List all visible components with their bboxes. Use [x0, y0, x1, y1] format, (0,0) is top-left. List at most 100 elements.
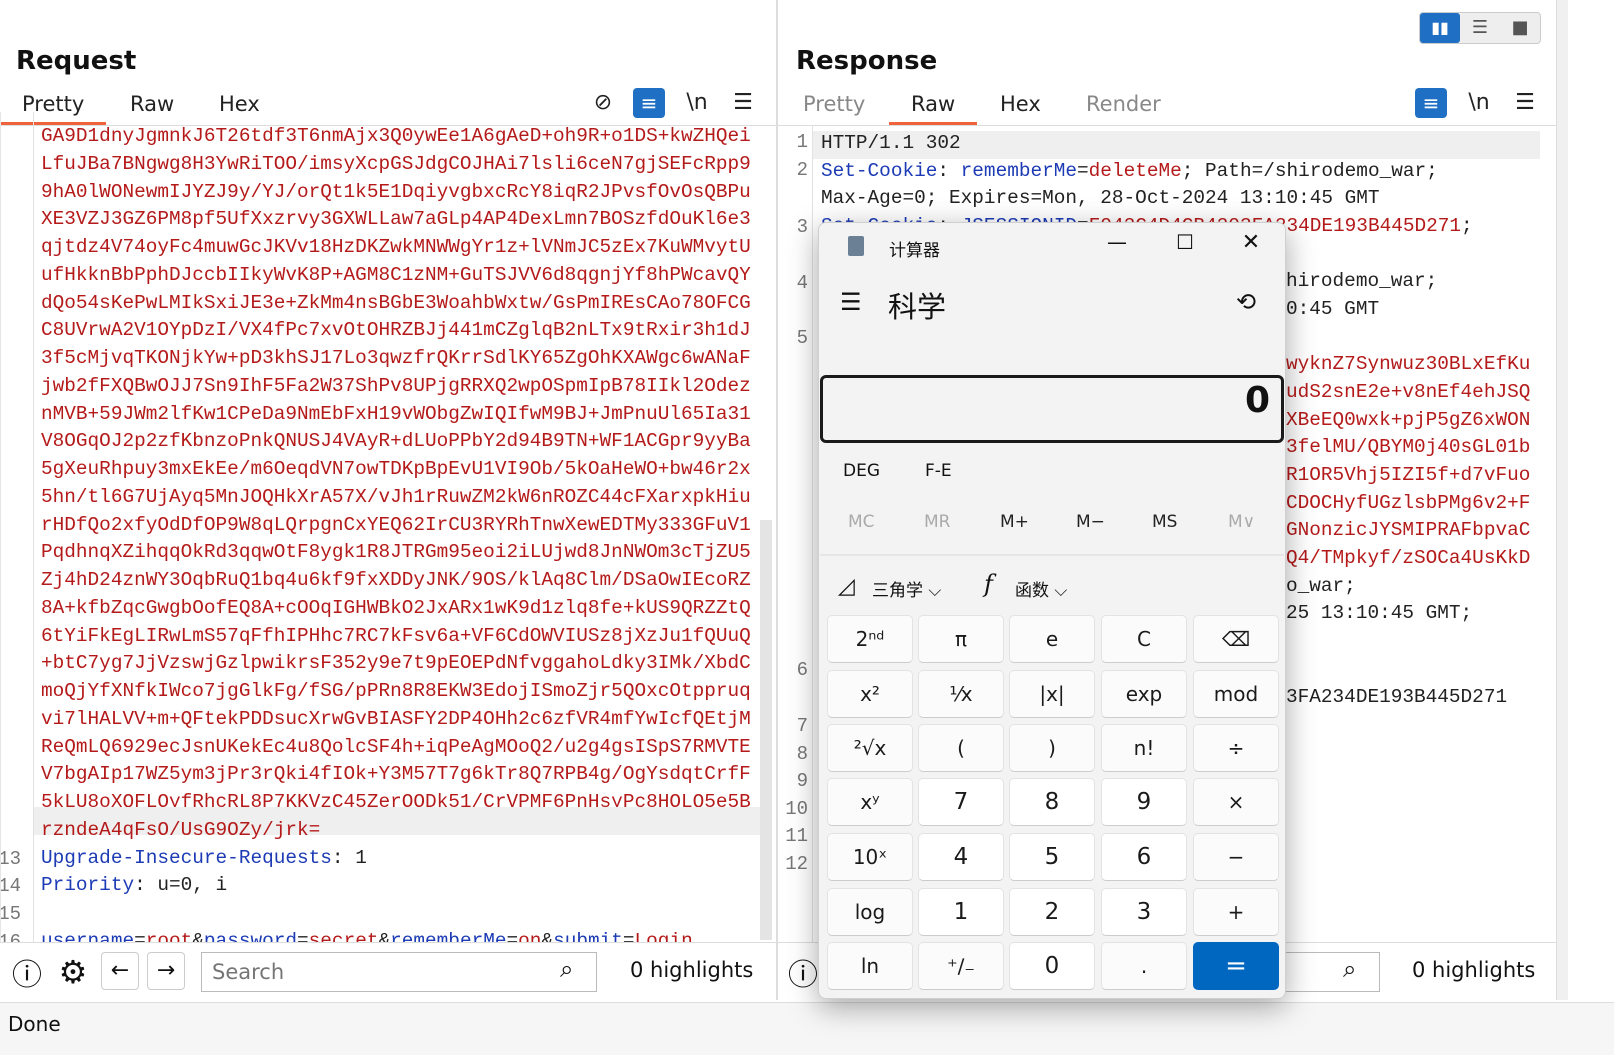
- calc-key[interactable]: (: [918, 724, 1004, 772]
- layout-single-button[interactable]: ■: [1500, 13, 1540, 43]
- calc-key[interactable]: 8: [1009, 778, 1095, 826]
- divider: [820, 554, 1284, 556]
- calculator-window: [818, 222, 1286, 999]
- calc-key[interactable]: π: [918, 615, 1004, 663]
- memory-button-1[interactable]: MR: [924, 512, 950, 532]
- close-button[interactable]: ✕: [1234, 230, 1268, 255]
- code-token: udS2snE2e+v8nEf4ehJSQ: [1286, 380, 1531, 403]
- function-dropdown[interactable]: 函数 ⌵: [1015, 576, 1067, 601]
- maximize-button[interactable]: ☐: [1168, 230, 1202, 254]
- calc-key[interactable]: −: [1193, 833, 1279, 881]
- code-token: moQjYfXNfkIWco7jgGlkFg/fSG/pPRn8R8EKW3Ed…: [41, 680, 751, 702]
- minimize-button[interactable]: —: [1100, 230, 1134, 254]
- calc-key[interactable]: mod: [1193, 670, 1279, 718]
- search-icon[interactable]: ⌕: [560, 955, 573, 983]
- calc-key[interactable]: ÷: [1193, 724, 1279, 772]
- calc-key[interactable]: ln: [827, 942, 913, 990]
- memory-button-0[interactable]: MC: [848, 512, 875, 532]
- line-number: 3: [796, 216, 808, 238]
- menu-icon[interactable]: ☰: [1509, 88, 1541, 118]
- line-number: 8: [796, 743, 808, 765]
- code-line: 3f5cMjvqTKONjkYw+pD3khSJ17Lo3qwzfrQKrrSd…: [41, 344, 751, 372]
- code-token: Q4/TMpkyf/zSOCa4UsKkD: [1286, 547, 1531, 569]
- code-token: 3felMU/QBYM0j40sGL01b: [1286, 436, 1531, 459]
- forward-button[interactable]: →: [147, 952, 185, 990]
- line-number: 13: [0, 847, 21, 870]
- memory-button-5[interactable]: M∨: [1228, 512, 1255, 532]
- search-icon[interactable]: ⌕: [1343, 955, 1356, 983]
- highlights-count: 0 highlights: [1412, 958, 1536, 982]
- calc-key[interactable]: 2ⁿᵈ: [827, 615, 913, 663]
- angle-unit-button[interactable]: DEG: [843, 461, 880, 481]
- code-token: wyknZ7Synwuz30BLxEfKu: [1286, 353, 1531, 376]
- calc-key[interactable]: 6: [1101, 833, 1187, 881]
- calc-key[interactable]: ²√x: [827, 724, 913, 772]
- code-line: 0:45 GMT: [1286, 295, 1379, 323]
- calc-key[interactable]: ⌫: [1193, 615, 1279, 663]
- calc-key[interactable]: |x|: [1009, 670, 1095, 718]
- hamburger-menu-icon[interactable]: ☰: [840, 288, 862, 316]
- tab-response-pretty[interactable]: Pretty: [803, 92, 865, 122]
- highlights-count: 0 highlights: [630, 958, 754, 982]
- code-line: 8A+kfbZqcGwgbOofEQ8A+cOOqIGHWBkO2JxARx1w…: [41, 594, 751, 622]
- code-token: :: [937, 160, 961, 182]
- calc-key[interactable]: 1: [918, 888, 1004, 936]
- calc-key[interactable]: 9: [1101, 778, 1187, 826]
- help-icon[interactable]: ⓘ: [8, 950, 46, 994]
- response-scrollbar[interactable]: [1556, 0, 1568, 1000]
- back-button[interactable]: ←: [101, 952, 139, 990]
- gear-icon[interactable]: ⚙: [53, 950, 93, 994]
- tab-response-hex[interactable]: Hex: [1000, 92, 1041, 122]
- request-scrollbar[interactable]: [760, 520, 772, 940]
- search-input[interactable]: [1280, 952, 1380, 992]
- code-token: ; Path=/shirodemo_war;: [1181, 160, 1438, 182]
- code-line: 3FA234DE193B445D271: [1286, 683, 1507, 711]
- calc-key[interactable]: 10ˣ: [827, 833, 913, 881]
- memory-button-3[interactable]: M−: [1076, 512, 1105, 532]
- calculator-title: 计算器: [889, 241, 940, 261]
- history-icon[interactable]: ⟲: [1236, 288, 1256, 316]
- calc-key[interactable]: 7: [918, 778, 1004, 826]
- calc-key[interactable]: n!: [1101, 724, 1187, 772]
- calc-key[interactable]: 0: [1009, 942, 1095, 990]
- code-token: Priority: [41, 874, 135, 897]
- code-line: GNonzicJYSMIPRAFbpvaC: [1286, 516, 1530, 544]
- calc-key[interactable]: x²: [827, 670, 913, 718]
- newline-icon[interactable]: \n: [1463, 88, 1495, 118]
- trig-dropdown[interactable]: 三角学 ⌵: [872, 576, 941, 601]
- calc-key[interactable]: ): [1009, 724, 1095, 772]
- wrap-icon[interactable]: ≡: [1415, 88, 1447, 118]
- tab-response-raw[interactable]: Raw: [889, 92, 978, 125]
- calc-key[interactable]: C: [1101, 615, 1187, 663]
- search-input[interactable]: [201, 952, 597, 992]
- calc-key[interactable]: ⁺∕₋: [918, 942, 1004, 990]
- calc-key[interactable]: exp: [1101, 670, 1187, 718]
- layout-split-horizontal-button[interactable]: ▮▮: [1420, 13, 1460, 43]
- calc-key[interactable]: 3: [1101, 888, 1187, 936]
- calc-key[interactable]: 5: [1009, 833, 1095, 881]
- calc-key[interactable]: 2: [1009, 888, 1095, 936]
- memory-button-4[interactable]: MS: [1152, 512, 1177, 532]
- line-number: 15: [0, 903, 21, 925]
- calc-key[interactable]: log: [827, 888, 913, 936]
- code-line: GA9D1dnyJgmnkJ6T26tdf3T6nmAjx3Q0ywEe1A6g…: [41, 122, 751, 150]
- fe-button[interactable]: F-E: [925, 461, 952, 481]
- tab-response-render[interactable]: Render: [1086, 92, 1161, 122]
- calc-key[interactable]: 4: [918, 833, 1004, 881]
- code-token: : u=0, i: [134, 874, 228, 897]
- calc-key[interactable]: ×: [1193, 778, 1279, 826]
- function-label: 函数: [1015, 581, 1049, 601]
- calc-key[interactable]: =: [1193, 942, 1279, 990]
- memory-button-2[interactable]: M+: [1000, 512, 1029, 532]
- calc-key[interactable]: e: [1009, 615, 1095, 663]
- response-title: Response: [796, 46, 938, 76]
- layout-toggle: ▮▮ ☰ ■: [1419, 12, 1541, 44]
- line-number: 9: [796, 770, 808, 792]
- calc-key[interactable]: .: [1101, 942, 1187, 990]
- request-editor[interactable]: GA9D1dnyJgmnkJ6T26tdf3T6nmAjx3Q0ywEe1A6g…: [0, 112, 760, 942]
- calc-key[interactable]: xʸ: [827, 778, 913, 826]
- code-token: rememberMe: [960, 160, 1078, 182]
- calc-key[interactable]: +: [1193, 888, 1279, 936]
- calc-key[interactable]: ¹⁄x: [918, 670, 1004, 718]
- layout-split-vertical-button[interactable]: ☰: [1460, 13, 1500, 43]
